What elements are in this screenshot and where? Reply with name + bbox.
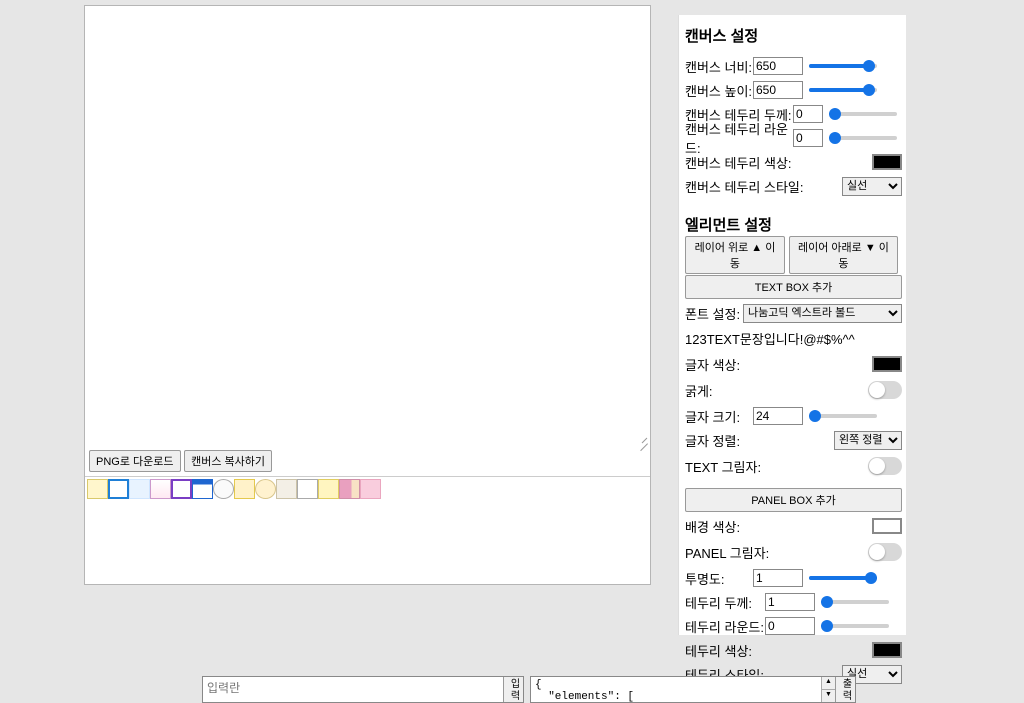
bg-color-label: 배경 색상: xyxy=(685,517,872,536)
canvas-border-radius-label: 캔버스 테두리 라운드: xyxy=(685,119,793,157)
download-png-button[interactable]: PNG로 다운로드 xyxy=(89,450,181,472)
canvas-border-color-label: 캔버스 테두리 색상: xyxy=(685,153,872,172)
font-row: 폰트 설정: 나눔고딕 엑스트라 볼드 xyxy=(685,303,902,323)
panel-border-width-input[interactable] xyxy=(765,593,815,611)
panel-shadow-toggle[interactable] xyxy=(868,543,902,561)
opacity-input[interactable] xyxy=(753,569,803,587)
add-panel-box-button[interactable]: PANEL BOX 추가 xyxy=(685,488,902,512)
resize-handle-icon[interactable] xyxy=(638,434,648,444)
bottom-io-row: 입력 ▲▼ 출력 xyxy=(202,676,856,703)
font-size-label: 글자 크기: xyxy=(685,407,753,426)
template-thumb[interactable] xyxy=(192,479,213,499)
bold-label: 굵게: xyxy=(685,381,868,400)
canvas-toolbar: PNG로 다운로드 캔버스 복사하기 xyxy=(85,446,650,472)
canvas-height-row: 캔버스 높이: xyxy=(685,80,902,100)
align-row: 글자 정렬: 왼쪽 정렬 xyxy=(685,430,902,450)
canvas-width-row: 캔버스 너비: xyxy=(685,56,902,76)
template-thumb[interactable] xyxy=(171,479,192,499)
panel-border-color-swatch[interactable] xyxy=(872,642,902,658)
canvas-width-label: 캔버스 너비: xyxy=(685,57,753,76)
text-color-label: 글자 색상: xyxy=(685,355,872,374)
settings-panel: 캔버스 설정 캔버스 너비: 캔버스 높이: 캔버스 테두리 두께: 캔버스 테… xyxy=(678,15,906,635)
align-select[interactable]: 왼쪽 정렬 xyxy=(834,431,902,450)
bold-row: 굵게: xyxy=(685,378,902,402)
template-thumb[interactable] xyxy=(297,479,318,499)
canvas-border-style-row: 캔버스 테두리 스타일: 실선 xyxy=(685,176,902,196)
canvas-border-style-label: 캔버스 테두리 스타일: xyxy=(685,177,842,196)
opacity-slider[interactable] xyxy=(809,572,877,584)
output-textarea-wrap: ▲▼ 출력 xyxy=(530,676,856,703)
canvas-border-radius-input[interactable] xyxy=(793,129,823,147)
panel-border-color-row: 테두리 색상: xyxy=(685,640,902,660)
template-thumb[interactable] xyxy=(87,479,108,499)
template-thumb[interactable] xyxy=(129,479,150,499)
output-button[interactable]: 출력 xyxy=(835,677,855,702)
bg-color-row: 배경 색상: xyxy=(685,516,902,536)
canvas-border-color-swatch[interactable] xyxy=(872,154,902,170)
panel-border-width-label: 테두리 두께: xyxy=(685,593,765,612)
opacity-label: 투명도: xyxy=(685,569,753,588)
layer-down-button[interactable]: 레이어 아래로 ▼ 이동 xyxy=(789,236,898,274)
template-thumb[interactable] xyxy=(318,479,339,499)
font-select[interactable]: 나눔고딕 엑스트라 볼드 xyxy=(743,304,902,323)
canvas-width-slider[interactable] xyxy=(809,60,877,72)
canvas-border-style-select[interactable]: 실선 xyxy=(842,177,902,196)
canvas-height-slider[interactable] xyxy=(809,84,877,96)
template-thumb[interactable] xyxy=(339,479,360,499)
panel-border-width-slider[interactable] xyxy=(821,596,889,608)
template-thumb[interactable] xyxy=(234,479,255,499)
canvas-height-input[interactable] xyxy=(753,81,803,99)
canvas-border-width-slider[interactable] xyxy=(829,108,897,120)
panel-border-width-row: 테두리 두께: xyxy=(685,592,902,612)
copy-canvas-button[interactable]: 캔버스 복사하기 xyxy=(184,450,272,472)
panel-border-radius-slider[interactable] xyxy=(821,620,889,632)
font-size-row: 글자 크기: xyxy=(685,406,902,426)
font-label: 폰트 설정: xyxy=(685,304,743,323)
canvas-width-input[interactable] xyxy=(753,57,803,75)
font-size-slider[interactable] xyxy=(809,410,877,422)
canvas-border-radius-row: 캔버스 테두리 라운드: xyxy=(685,128,902,148)
text-shadow-toggle[interactable] xyxy=(868,457,902,475)
input-textarea[interactable] xyxy=(203,677,503,702)
canvas-height-label: 캔버스 높이: xyxy=(685,81,753,100)
bold-toggle[interactable] xyxy=(868,381,902,399)
text-color-swatch[interactable] xyxy=(872,356,902,372)
canvas-settings-title: 캔버스 설정 xyxy=(685,25,902,46)
panel-border-radius-input[interactable] xyxy=(765,617,815,635)
align-label: 글자 정렬: xyxy=(685,431,834,450)
bg-color-swatch[interactable] xyxy=(872,518,902,534)
panel-border-color-label: 테두리 색상: xyxy=(685,641,872,660)
template-thumb[interactable] xyxy=(213,479,234,499)
template-thumb[interactable] xyxy=(276,479,297,499)
canvas-border-radius-slider[interactable] xyxy=(829,132,897,144)
template-thumb[interactable] xyxy=(150,479,171,499)
template-thumb[interactable] xyxy=(360,479,381,499)
element-settings-title: 엘리먼트 설정 xyxy=(685,214,902,235)
opacity-row: 투명도: xyxy=(685,568,902,588)
canvas-border-color-row: 캔버스 테두리 색상: xyxy=(685,152,902,172)
panel-border-radius-label: 테두리 라운드: xyxy=(685,617,765,636)
layer-up-button[interactable]: 레이어 위로 ▲ 이동 xyxy=(685,236,785,274)
panel-shadow-label: PANEL 그림자: xyxy=(685,543,868,562)
panel-border-radius-row: 테두리 라운드: xyxy=(685,616,902,636)
text-shadow-row: TEXT 그림자: xyxy=(685,454,902,478)
output-spinner[interactable]: ▲▼ xyxy=(821,677,835,702)
add-text-box-button[interactable]: TEXT BOX 추가 xyxy=(685,275,902,299)
input-submit-button[interactable]: 입력 xyxy=(503,677,523,702)
text-color-row: 글자 색상: xyxy=(685,354,902,374)
sample-text: 123TEXT문장입니다!@#$%^^ xyxy=(685,329,902,348)
font-size-input[interactable] xyxy=(753,407,803,425)
template-strip xyxy=(85,477,650,501)
layer-buttons-row: 레이어 위로 ▲ 이동 레이어 아래로 ▼ 이동 xyxy=(685,245,902,265)
canvas[interactable] xyxy=(85,6,650,446)
main-workspace: PNG로 다운로드 캔버스 복사하기 xyxy=(84,5,651,585)
input-textarea-wrap: 입력 xyxy=(202,676,524,703)
text-shadow-label: TEXT 그림자: xyxy=(685,457,868,476)
output-textarea[interactable] xyxy=(531,677,821,702)
template-thumb[interactable] xyxy=(255,479,276,499)
template-thumb[interactable] xyxy=(108,479,129,499)
panel-shadow-row: PANEL 그림자: xyxy=(685,540,902,564)
canvas-border-width-input[interactable] xyxy=(793,105,823,123)
